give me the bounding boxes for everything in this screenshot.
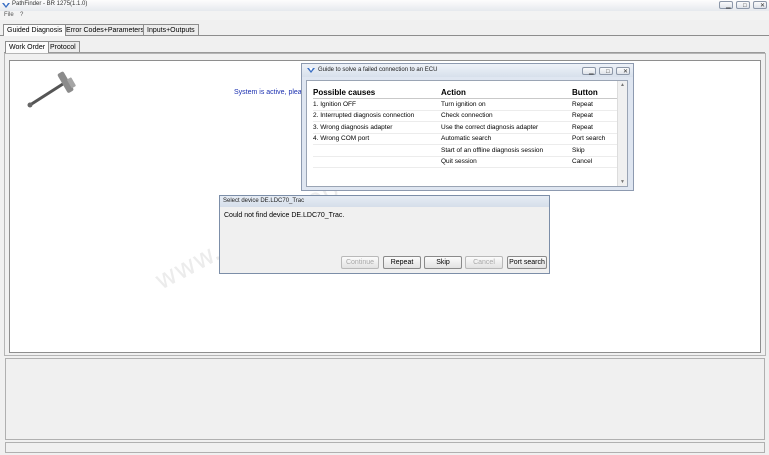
tab-work-order[interactable]: Work Order [5, 41, 50, 53]
status-bar [5, 442, 765, 453]
button-cell: Repeat [572, 121, 618, 134]
button-cell: Cancel [572, 156, 618, 168]
action-cell: Automatic search [441, 133, 572, 145]
select-device-message: Could not find device DE.LDC70_Trac. [224, 212, 345, 219]
cause-cell [313, 144, 441, 157]
action-cell: Start of an offline diagnosis session [441, 144, 572, 157]
table-row: 4. Wrong COM port Automatic search Port … [313, 133, 618, 145]
action-cell: Use the correct diagnosis adapter [441, 121, 572, 134]
tab-guided-diagnosis[interactable]: Guided Diagnosis [3, 24, 67, 36]
guide-dialog-title: Guide to solve a failed connection to an… [318, 67, 438, 73]
cause-cell: 3. Wrong diagnosis adapter [313, 121, 441, 134]
cancel-button[interactable]: Cancel [465, 256, 503, 269]
maximize-button[interactable]: □ [736, 1, 750, 9]
button-cell: Repeat [572, 110, 618, 122]
guide-dialog-title-bar: Guide to solve a failed connection to an… [302, 64, 633, 77]
bottom-panel [5, 358, 765, 440]
skip-button[interactable]: Skip [424, 256, 462, 269]
minimize-button[interactable]: ▁ [719, 1, 733, 9]
close-button[interactable]: ✕ [753, 1, 767, 9]
window-title: PathFinder - BR 1275(1.1.0) [12, 1, 88, 7]
button-cell: Port search [572, 133, 618, 145]
table-row: Start of an offline diagnosis session Sk… [313, 144, 618, 157]
guide-dialog: Guide to solve a failed connection to an… [301, 63, 634, 191]
action-cell: Turn ignition on [441, 98, 572, 111]
guide-dialog-body: Possible causes Action Button 1. Ignitio… [306, 80, 628, 187]
menu-bar: File ? [0, 11, 769, 20]
header-possible-causes: Possible causes [313, 87, 441, 99]
action-cell: Quit session [441, 156, 572, 168]
table-row: Quit session Cancel [313, 156, 618, 168]
button-cell: Skip [572, 144, 618, 157]
table-header-row: Possible causes Action Button [313, 87, 618, 99]
repeat-button[interactable]: Repeat [383, 256, 421, 269]
cause-cell: 2. Interrupted diagnosis connection [313, 110, 441, 122]
select-device-title: Select device DE.LDC70_Trac [223, 198, 305, 204]
guide-scrollbar[interactable]: ▲ ▼ [617, 81, 627, 186]
guide-minimize-button[interactable]: ▁ [582, 67, 596, 75]
scroll-up-icon[interactable]: ▲ [620, 82, 625, 88]
menu-help[interactable]: ? [20, 12, 23, 18]
cause-cell: 1. Ignition OFF [313, 98, 441, 111]
app-logo-icon [2, 3, 10, 8]
guide-maximize-button[interactable]: □ [599, 67, 613, 75]
menu-file[interactable]: File [4, 12, 14, 18]
diagnostic-tool-icon [27, 71, 76, 108]
header-button: Button [572, 87, 618, 99]
app-logo-icon [307, 68, 315, 73]
select-device-title-bar: Select device DE.LDC70_Trac [220, 196, 549, 207]
continue-button[interactable]: Continue [341, 256, 379, 269]
system-status-text: System is active, plea [234, 89, 302, 96]
action-cell: Check connection [441, 110, 572, 122]
header-action: Action [441, 87, 572, 99]
cause-cell [313, 156, 441, 168]
cause-cell: 4. Wrong COM port [313, 133, 441, 145]
port-search-button[interactable]: Port search [507, 256, 547, 269]
scroll-down-icon[interactable]: ▼ [620, 179, 625, 185]
table-row: 3. Wrong diagnosis adapter Use the corre… [313, 121, 618, 134]
button-cell: Repeat [572, 98, 618, 111]
guide-close-button[interactable]: ✕ [616, 67, 630, 75]
select-device-dialog: Select device DE.LDC70_Trac Could not fi… [219, 195, 550, 274]
causes-table: Possible causes Action Button 1. Ignitio… [313, 87, 618, 168]
tab-strip-divider [0, 35, 769, 36]
table-row: 2. Interrupted diagnosis connection Chec… [313, 110, 618, 122]
table-row: 1. Ignition OFF Turn ignition on Repeat [313, 98, 618, 111]
